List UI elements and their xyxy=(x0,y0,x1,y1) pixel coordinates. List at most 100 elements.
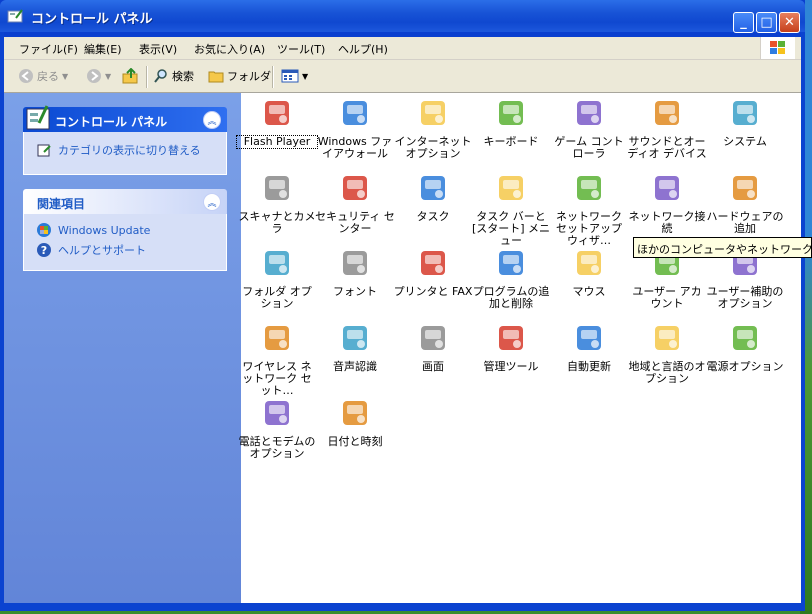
menu-edit[interactable]: 編集(E) xyxy=(84,41,122,57)
help-support-link[interactable]: ? ヘルプとサポート xyxy=(36,242,146,258)
item-label: Flash Player xyxy=(236,135,318,149)
control-panel-item[interactable]: タスク xyxy=(393,172,473,223)
control-panel-window: コントロール パネル _ □ ✕ ファイル(F) 編集(E) 表示(V) お気に… xyxy=(0,0,805,611)
item-label: ユーザー アカウント xyxy=(632,285,702,310)
control-panel-item[interactable]: Windows ファイアウォール xyxy=(315,97,395,160)
control-panel-header[interactable]: コントロール パネル ︽ xyxy=(23,105,227,132)
control-panel-item[interactable]: ネットワーク接続 xyxy=(627,172,707,235)
menu-bar: ファイル(F) 編集(E) 表示(V) お気に入り(A) ツール(T) ヘルプ(… xyxy=(4,37,801,60)
security-shield-icon xyxy=(343,176,367,200)
forward-arrow-icon xyxy=(87,69,101,83)
related-title: 関連項目 xyxy=(37,197,86,211)
maximize-button[interactable]: □ xyxy=(756,12,777,33)
toolbar-separator xyxy=(272,66,274,88)
forward-button[interactable]: ▼ xyxy=(86,68,111,84)
search-icon xyxy=(154,69,167,83)
related-box: 関連項目 ︽ Windows Update ? ヘルプとサポート xyxy=(23,189,227,271)
control-panel-item[interactable]: Flash Player xyxy=(236,97,318,149)
menu-help[interactable]: ヘルプ(H) xyxy=(338,41,388,57)
forward-dropdown-icon[interactable]: ▼ xyxy=(105,72,111,81)
firewall-icon xyxy=(343,101,367,125)
menu-view[interactable]: 表示(V) xyxy=(139,41,177,57)
control-panel-item[interactable]: ゲーム コントローラ xyxy=(549,97,629,160)
control-panel-item[interactable]: システム xyxy=(705,97,785,148)
search-button[interactable]: 検索 xyxy=(153,68,194,84)
admin-tools-icon xyxy=(499,326,523,350)
views-dropdown-icon[interactable]: ▼ xyxy=(302,72,308,81)
menu-tools[interactable]: ツール(T) xyxy=(277,41,325,57)
views-button[interactable]: ▼ xyxy=(281,68,308,84)
network-connections-icon xyxy=(655,176,679,200)
folders-button[interactable]: フォルダ xyxy=(208,68,271,84)
control-panel-item[interactable]: フォント xyxy=(315,247,395,298)
back-dropdown-icon[interactable]: ▼ xyxy=(62,72,68,81)
close-button[interactable]: ✕ xyxy=(779,12,800,33)
control-panel-item[interactable]: 画面 xyxy=(393,322,473,373)
control-panel-item[interactable]: ワイヤレス ネットワーク セット… xyxy=(237,322,317,397)
control-panel-item[interactable]: 電話とモデムのオプション xyxy=(237,397,317,460)
back-button[interactable]: 戻る ▼ xyxy=(18,68,68,84)
item-label: ゲーム コントローラ xyxy=(554,135,624,160)
fonts-folder-icon xyxy=(343,251,367,275)
windows-update-icon xyxy=(577,326,601,350)
menu-file[interactable]: ファイル(F) xyxy=(19,41,78,57)
control-panel-item[interactable]: インターネット オプション xyxy=(393,97,473,160)
switch-category-view-label: カテゴリの表示に切り替える xyxy=(58,144,201,157)
window-border xyxy=(0,32,4,611)
flash-icon xyxy=(265,101,289,125)
related-header[interactable]: 関連項目 ︽ xyxy=(23,189,227,214)
control-panel-item[interactable]: 音声認識 xyxy=(315,322,395,373)
control-panel-item[interactable]: フォルダ オプション xyxy=(237,247,317,310)
control-panel-item[interactable]: タスク バーと [スタート] メニュー xyxy=(471,172,551,247)
system-icon xyxy=(733,101,757,125)
control-panel-item[interactable]: ネットワーク セットアップ ウィザ… xyxy=(549,172,629,247)
game-controller-icon xyxy=(577,101,601,125)
speaker-icon xyxy=(655,101,679,125)
control-panel-item[interactable]: サウンドとオーディオ デバイス xyxy=(627,97,707,160)
control-panel-item[interactable]: プリンタと FAX xyxy=(393,247,473,298)
control-panel-item[interactable]: 電源オプション xyxy=(705,322,785,373)
item-label: 日付と時刻 xyxy=(327,435,383,448)
icon-view: Flash Player Windows ファイアウォール インターネット オプショ… xyxy=(236,93,801,603)
windows-update-icon xyxy=(37,223,51,237)
collapse-chevron-icon[interactable]: ︽ xyxy=(203,111,221,129)
switch-category-view-link[interactable]: カテゴリの表示に切り替える xyxy=(36,142,201,158)
close-icon: ✕ xyxy=(784,15,795,30)
item-label: タスク バーと [スタート] メニュー xyxy=(471,210,551,247)
control-panel-item[interactable]: 地域と言語のオプション xyxy=(627,322,707,385)
title-bar[interactable]: コントロール パネル _ □ ✕ xyxy=(0,0,805,33)
up-folder-button[interactable] xyxy=(122,68,140,84)
control-panel-body: カテゴリの表示に切り替える xyxy=(23,132,227,175)
control-panel-item[interactable]: 管理ツール xyxy=(471,322,551,373)
menu-favorites[interactable]: お気に入り(A) xyxy=(194,41,265,57)
scanner-camera-icon xyxy=(265,176,289,200)
windows-update-link[interactable]: Windows Update xyxy=(36,222,150,238)
keyboard-icon xyxy=(499,101,523,125)
control-panel-item[interactable]: キーボード xyxy=(471,97,551,148)
folder-icon xyxy=(208,71,224,83)
item-label: ワイヤレス ネットワーク セット… xyxy=(242,360,312,397)
phone-modem-icon xyxy=(265,401,289,425)
control-panel-item[interactable]: プログラムの追加と削除 xyxy=(471,247,551,310)
window-title: コントロール パネル xyxy=(31,12,153,27)
control-panel-item[interactable]: セキュリティ センター xyxy=(315,172,395,235)
taskbar-icon xyxy=(499,176,523,200)
control-panel-item[interactable]: マウス xyxy=(549,247,629,298)
scheduled-tasks-icon xyxy=(421,176,445,200)
item-label: タスク xyxy=(416,210,450,223)
control-panel-item[interactable]: ハードウェアの追加 xyxy=(705,172,785,235)
control-panel-item[interactable]: 自動更新 xyxy=(549,322,629,373)
control-panel-item[interactable]: 日付と時刻 xyxy=(315,397,395,448)
item-label: Windows ファイアウォール xyxy=(317,135,393,160)
item-label: キーボード xyxy=(483,135,539,148)
control-panel-icon xyxy=(26,105,50,130)
item-label: ハードウェアの追加 xyxy=(706,210,784,235)
item-label: フォルダ オプション xyxy=(242,285,312,310)
svg-text:?: ? xyxy=(41,244,47,257)
back-label: 戻る xyxy=(37,70,59,83)
collapse-chevron-icon[interactable]: ︽ xyxy=(203,193,221,211)
control-panel-item[interactable]: スキャナとカメラ xyxy=(237,172,317,235)
item-label: プログラムの追加と削除 xyxy=(472,285,550,310)
item-label: ユーザー補助のオプション xyxy=(706,285,784,310)
minimize-button[interactable]: _ xyxy=(733,12,754,33)
